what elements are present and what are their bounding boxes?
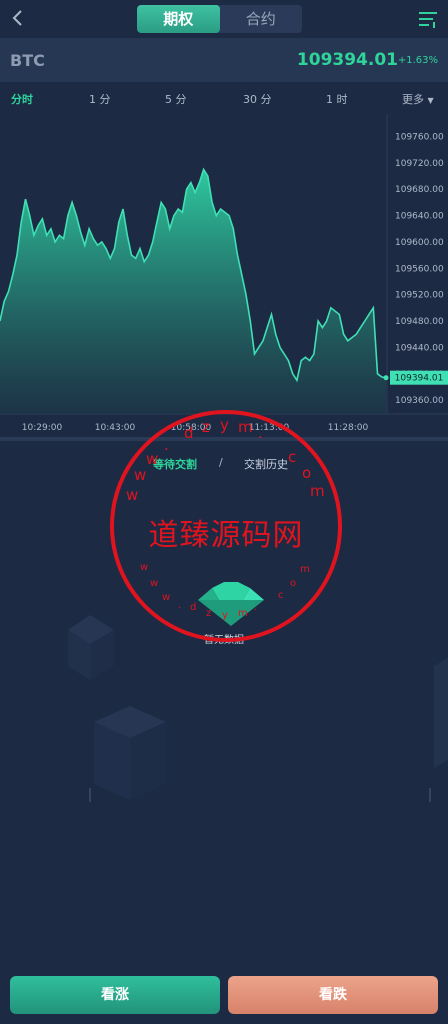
last-price: 109394.01 xyxy=(296,50,398,70)
y-tick-label: 109760.00 xyxy=(395,132,444,142)
price-bar: BTC 109394.01 +1.63% xyxy=(0,38,448,82)
menu-icon[interactable] xyxy=(418,9,438,29)
tab-contract[interactable]: 合约 xyxy=(220,5,303,33)
price-area-fill xyxy=(0,169,386,414)
caret-down-icon: ▼ xyxy=(427,96,434,105)
current-price-label: 109394.01 xyxy=(395,374,444,384)
chart-canvas: 109760.00 109720.00 109680.00 109640.00 1096… xyxy=(0,114,448,433)
x-tick-label: 10:29:00 xyxy=(22,423,63,433)
y-tick-label: 109560.00 xyxy=(395,264,444,274)
watermark-char: z xyxy=(202,418,210,436)
y-tick-label: 109680.00 xyxy=(395,185,444,195)
interval-5m[interactable]: 5 分 xyxy=(165,91,187,107)
watermark-char: . xyxy=(164,436,169,454)
tab-options[interactable]: 期权 xyxy=(137,5,220,33)
watermark-char: w xyxy=(140,562,149,573)
watermark-seal: 道臻源码网 w w w . d z y m . c o m w w w . d … xyxy=(110,410,342,642)
watermark-char: . xyxy=(254,602,258,613)
watermark-char: d xyxy=(190,602,197,613)
y-tick-label: 109600.00 xyxy=(395,238,444,248)
top-bar: 期权 合约 xyxy=(0,0,448,38)
watermark-char: . xyxy=(178,600,182,611)
watermark-char: w xyxy=(150,578,159,589)
interval-1h[interactable]: 1 时 xyxy=(326,91,348,107)
watermark-char: m xyxy=(310,482,325,500)
watermark-char: o xyxy=(302,464,312,482)
watermark-char: c xyxy=(288,448,297,466)
watermark-char: w xyxy=(146,450,159,468)
watermark-char: d xyxy=(184,424,194,442)
y-tick-label: 109440.00 xyxy=(395,343,444,353)
watermark-char: y xyxy=(220,416,229,434)
interval-30m[interactable]: 30 分 xyxy=(243,91,272,107)
buy-down-button[interactable]: 看跌 xyxy=(228,976,438,1014)
y-tick-label: 109640.00 xyxy=(395,212,444,222)
watermark-char: . xyxy=(258,424,263,442)
current-price-dot xyxy=(383,375,389,381)
interval-tabs: 分时 1 分 5 分 30 分 1 时 更多 ▼ xyxy=(0,82,448,114)
back-chevron-icon[interactable] xyxy=(8,7,30,29)
y-tick-label: 109720.00 xyxy=(395,159,444,169)
price-change: +1.63% xyxy=(397,55,438,66)
interval-more-label: 更多 xyxy=(402,93,424,106)
watermark-char: z xyxy=(206,608,212,619)
action-bar: 看涨 看跌 xyxy=(0,970,448,1024)
interval-more[interactable]: 更多 ▼ xyxy=(402,91,434,107)
watermark-char: w xyxy=(126,486,139,504)
y-tick-label: 109360.00 xyxy=(395,396,444,406)
watermark-char: y xyxy=(222,610,228,621)
y-tick-label: 109480.00 xyxy=(395,317,444,327)
interval-1m[interactable]: 1 分 xyxy=(89,91,111,107)
watermark-char: c xyxy=(278,590,284,601)
y-tick-label: 109520.00 xyxy=(395,291,444,301)
watermark-char: m xyxy=(238,418,253,436)
x-tick-label: 11:28:00 xyxy=(328,423,369,433)
watermark-char: m xyxy=(238,608,248,619)
price-chart[interactable]: 109760.00 109720.00 109680.00 109640.00 1096… xyxy=(0,114,448,438)
x-tick-label: 10:43:00 xyxy=(95,423,136,433)
interval-timeline[interactable]: 分时 xyxy=(11,91,33,107)
watermark-char: w xyxy=(162,592,171,603)
symbol-name: BTC xyxy=(10,51,45,70)
watermark-text: 道臻源码网 xyxy=(148,518,304,553)
watermark-char: o xyxy=(290,578,297,589)
buy-up-button[interactable]: 看涨 xyxy=(10,976,220,1014)
watermark-char: m xyxy=(300,564,310,575)
watermark-char: w xyxy=(134,466,147,484)
product-switch: 期权 合约 xyxy=(137,5,302,33)
